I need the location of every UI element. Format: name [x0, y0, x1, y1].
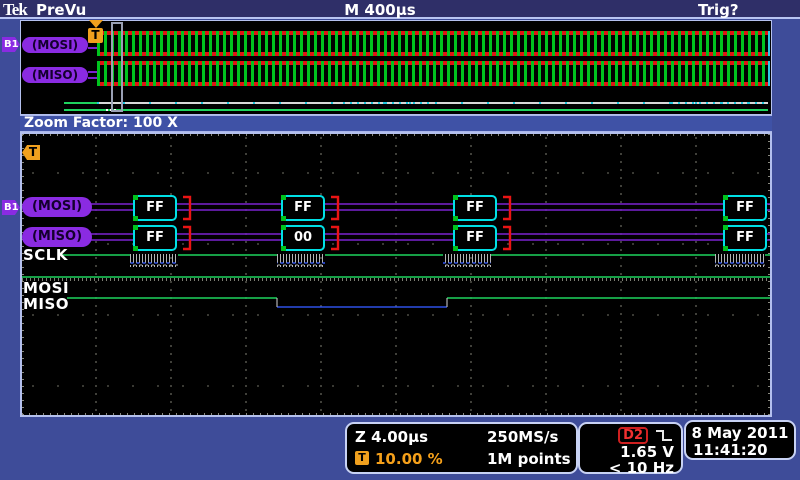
sclk-burst [715, 254, 765, 267]
bus-stop-bits-top [97, 61, 768, 65]
mosi-byte-value: FF [453, 195, 497, 221]
zoom-factor-label: Zoom Factor: 100 X [24, 115, 178, 131]
bus-stop-bits-top [97, 31, 768, 35]
bus-b1-badge-overview: B1 [2, 37, 20, 52]
sclk-burst [277, 254, 325, 267]
trigger-status: Trig? [698, 1, 739, 19]
bus-label-mosi-overview: (MOSI) [22, 37, 88, 53]
digital-overview-segment [64, 102, 97, 104]
bus-stop-bits-bottom [97, 82, 768, 86]
bus-connector-miso [88, 71, 97, 79]
mosi-bus-activity [97, 31, 768, 56]
miso-byte-value: 00 [281, 225, 325, 251]
miso-channel-label: MISO [23, 295, 70, 313]
trigger-readout-box: D2 1.65 V < 10 Hz [578, 422, 683, 477]
record-overview-window: (MOSI) (MISO) [20, 20, 772, 115]
oscilloscope-screen: Tek PreVu M 400µs Trig? (MOSI) (MISO) T … [0, 0, 800, 480]
acquisition-status: PreVu [36, 1, 87, 19]
sclk-burst [130, 254, 178, 267]
trigger-source-readout: D2 [618, 427, 648, 444]
timebase-readout: M 400µs [344, 1, 416, 19]
trigger-frequency-readout: < 10 Hz [608, 459, 674, 477]
bus-label-miso-overview: (MISO) [22, 67, 88, 83]
transition-marks-dense [671, 102, 766, 104]
record-end-marker [768, 61, 770, 86]
sample-rate-readout: 250MS/s [487, 428, 559, 446]
time-readout: 11:41:20 [693, 441, 768, 459]
mosi-byte-value: FF [133, 195, 177, 221]
digital-overview-line-idle [64, 109, 768, 111]
bus-b1-badge-zoom: B1 [2, 200, 20, 215]
mosi-byte-value: FF [281, 195, 325, 221]
transition-marks-dense [343, 102, 433, 104]
zoom-factor-bar: Zoom Factor: 100 X [20, 115, 772, 132]
zoom-waveform-window: T (MOSI) (MISO) FF FF FF FF FF 00 FF FF … [20, 132, 772, 417]
miso-byte-value: FF [133, 225, 177, 251]
zoom-timebase-readout: Z 4.00µs [355, 428, 429, 446]
miso-bus-activity [97, 61, 768, 86]
bus-lines [90, 203, 770, 241]
record-end-marker [768, 31, 770, 56]
datetime-readout-box: 8 May 2011 11:41:20 [684, 420, 796, 460]
bus-label-miso-zoom: (MISO) [22, 227, 92, 247]
digital-overview-line-busy [97, 102, 768, 104]
trigger-t-icon: T [355, 451, 369, 465]
zoom-traces [22, 195, 770, 308]
date-readout: 8 May 2011 [691, 424, 789, 442]
record-length-readout: 1M points [487, 450, 571, 468]
falling-edge-icon [656, 430, 672, 441]
trigger-source-row: D2 [618, 427, 674, 444]
title-bar: Tek PreVu M 400µs Trig? [0, 0, 800, 19]
trigger-position-marker-icon[interactable]: T [88, 28, 103, 43]
sclk-channel-label: SCLK [23, 246, 68, 264]
trigger-position-readout: 10.00 % [375, 450, 443, 468]
bus-stop-bits-bottom [97, 52, 768, 56]
mosi-byte-value: FF [723, 195, 767, 221]
zoom-region-bracket[interactable] [111, 22, 123, 112]
miso-byte-value: FF [723, 225, 767, 251]
sclk-burst [443, 254, 491, 267]
acquisition-readout-box: Z 4.00µs 250MS/s T 10.00 % 1M points [345, 422, 578, 474]
miso-byte-value: FF [453, 225, 497, 251]
bus-label-mosi-zoom: (MOSI) [22, 197, 92, 217]
miso-trace-edges [276, 298, 448, 307]
tek-logo: Tek [3, 0, 28, 19]
